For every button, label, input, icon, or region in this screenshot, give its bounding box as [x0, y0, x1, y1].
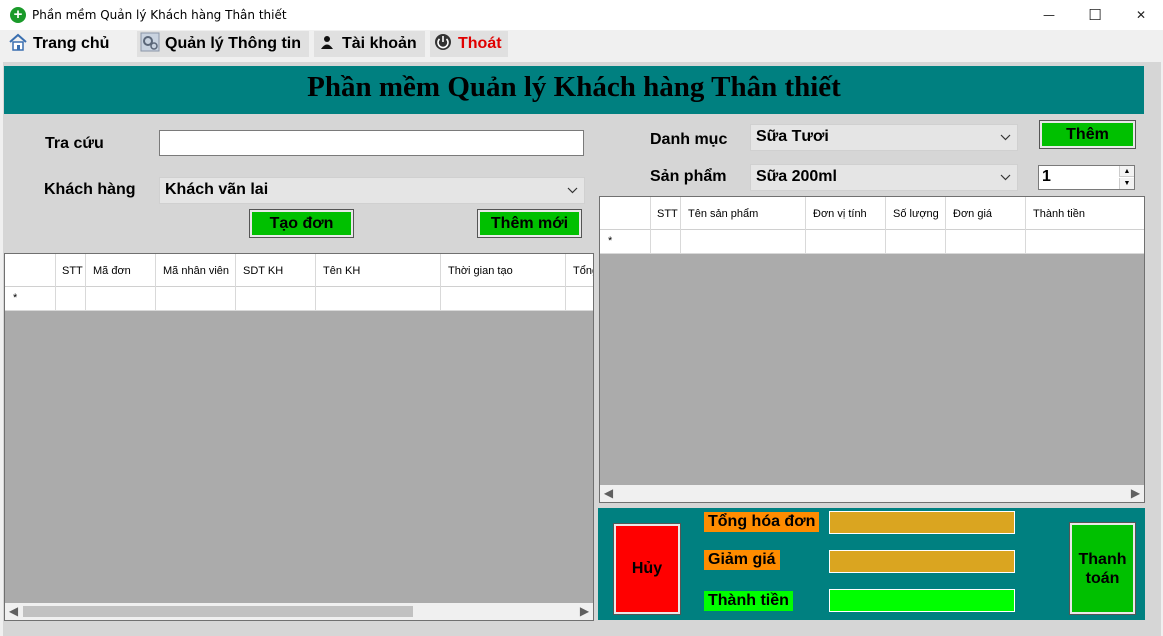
add-product-button[interactable]: Thêm	[1039, 120, 1136, 149]
column-header[interactable]: Mã nhân viên	[156, 254, 236, 287]
gears-icon	[140, 32, 160, 52]
table-cell[interactable]	[946, 230, 1026, 254]
table-cell[interactable]	[316, 287, 441, 311]
items-grid-header: STT Tên sản phẩm Đơn vị tính Số lượng Đơ…	[600, 197, 1144, 230]
table-cell[interactable]	[681, 230, 806, 254]
row-header-cell: *	[5, 287, 56, 311]
category-select[interactable]: Sữa Tươi	[750, 124, 1018, 151]
plus-circle-icon: +	[10, 7, 26, 23]
table-cell[interactable]	[806, 230, 886, 254]
column-header[interactable]: SDT KH	[236, 254, 316, 287]
orders-grid[interactable]: STT Mã đơn Mã nhân viên SDT KH Tên KH Th…	[4, 253, 594, 621]
scroll-right-icon[interactable]: ▶	[576, 603, 593, 620]
table-cell[interactable]	[1026, 230, 1144, 254]
menu-account[interactable]: Tài khoản	[314, 31, 425, 57]
close-button[interactable]: ✕	[1118, 0, 1163, 30]
menu-manage-info[interactable]: Quản lý Thông tin	[137, 31, 309, 57]
category-label: Danh mục	[650, 131, 728, 148]
pay-button[interactable]: Thanh toán	[1069, 522, 1136, 615]
quantity-stepper[interactable]: 1 ▲ ▼	[1038, 165, 1135, 190]
scroll-right-icon[interactable]: ▶	[1127, 485, 1144, 502]
menu-home-label: Trang chủ	[33, 35, 110, 52]
customer-select-value: Khách vãn lai	[165, 181, 269, 198]
menu-manage-label: Quản lý Thông tin	[165, 35, 301, 52]
table-cell[interactable]	[651, 230, 681, 254]
title-bar: + Phần mềm Quản lý Khách hàng Thân thiết…	[0, 0, 1163, 30]
pay-button-label: Thanh toán	[1078, 550, 1127, 587]
house-icon	[8, 32, 28, 52]
maximize-button[interactable]: ☐	[1072, 0, 1118, 30]
menu-exit-label: Thoát	[458, 35, 502, 52]
new-row-marker: *	[608, 235, 613, 247]
search-input[interactable]	[159, 130, 584, 156]
final-amount-label: Thành tiền	[704, 591, 793, 611]
column-header[interactable]: Đơn vị tính	[806, 197, 886, 230]
table-cell[interactable]	[886, 230, 946, 254]
search-label: Tra cứu	[45, 135, 104, 152]
order-items-grid[interactable]: STT Tên sản phẩm Đơn vị tính Số lượng Đơ…	[599, 196, 1145, 503]
chevron-down-icon	[567, 178, 578, 211]
total-field	[829, 511, 1015, 534]
chevron-down-icon	[1000, 165, 1011, 198]
menu-account-label: Tài khoản	[342, 35, 417, 52]
table-row[interactable]: *	[600, 230, 1144, 254]
table-row[interactable]: *	[5, 287, 593, 311]
total-label: Tổng hóa đơn	[704, 512, 820, 532]
product-label: Sản phẩm	[650, 168, 727, 185]
menu-home[interactable]: Trang chủ	[8, 31, 109, 57]
discount-label: Giảm giá	[704, 550, 780, 570]
quantity-value: 1	[1042, 168, 1051, 185]
row-header-cell: *	[600, 230, 651, 254]
column-header[interactable]: STT	[651, 197, 681, 230]
table-cell[interactable]	[566, 287, 593, 311]
menu-strip: Trang chủ Quản lý Thông tin Tài khoản Th…	[0, 31, 1163, 57]
category-select-value: Sữa Tươi	[756, 128, 829, 145]
scroll-left-icon[interactable]: ◀	[5, 603, 22, 620]
menu-exit[interactable]: Thoát	[430, 31, 508, 57]
user-icon	[317, 32, 337, 52]
power-icon	[433, 32, 453, 52]
column-header[interactable]: Đơn giá	[946, 197, 1026, 230]
create-order-button[interactable]: Tạo đơn	[249, 209, 354, 238]
items-horizontal-scrollbar[interactable]: ◀ ▶	[600, 485, 1144, 502]
row-header-cell	[5, 254, 56, 287]
chevron-down-icon	[1000, 125, 1011, 158]
scroll-left-icon[interactable]: ◀	[600, 485, 617, 502]
banner: Phần mềm Quản lý Khách hàng Thân thiết	[4, 66, 1144, 114]
column-header[interactable]: Thời gian tạo	[441, 254, 566, 287]
row-header-cell	[600, 197, 651, 230]
add-new-button[interactable]: Thêm mới	[477, 209, 582, 238]
customer-label: Khách hàng	[44, 181, 136, 198]
column-header[interactable]: Tên sản phẩm	[681, 197, 806, 230]
table-cell[interactable]	[441, 287, 566, 311]
column-header[interactable]: Số lượng	[886, 197, 946, 230]
window-title: Phần mềm Quản lý Khách hàng Thân thiết	[32, 8, 287, 22]
banner-title: Phần mềm Quản lý Khách hàng Thân thiết	[307, 71, 841, 103]
discount-field	[829, 550, 1015, 573]
table-cell[interactable]	[86, 287, 156, 311]
new-row-marker: *	[13, 292, 18, 304]
table-cell[interactable]	[236, 287, 316, 311]
product-select-value: Sữa 200ml	[756, 168, 837, 185]
orders-grid-header: STT Mã đơn Mã nhân viên SDT KH Tên KH Th…	[5, 254, 593, 287]
spin-up-icon[interactable]: ▲	[1119, 166, 1134, 177]
customer-select[interactable]: Khách vãn lai	[159, 177, 585, 204]
table-cell[interactable]	[156, 287, 236, 311]
table-cell[interactable]	[56, 287, 86, 311]
column-header[interactable]: Tổng	[566, 254, 593, 287]
column-header[interactable]: Tên KH	[316, 254, 441, 287]
minimize-button[interactable]: —	[1026, 0, 1072, 30]
product-select[interactable]: Sữa 200ml	[750, 164, 1018, 191]
column-header[interactable]: STT	[56, 254, 86, 287]
column-header[interactable]: Thành tiền	[1026, 197, 1144, 230]
scroll-thumb[interactable]	[23, 606, 413, 617]
final-amount-field	[829, 589, 1015, 612]
spin-down-icon[interactable]: ▼	[1119, 178, 1134, 189]
cancel-button[interactable]: Hủy	[613, 523, 681, 615]
column-header[interactable]: Mã đơn	[86, 254, 156, 287]
orders-horizontal-scrollbar[interactable]: ◀ ▶	[5, 603, 593, 620]
